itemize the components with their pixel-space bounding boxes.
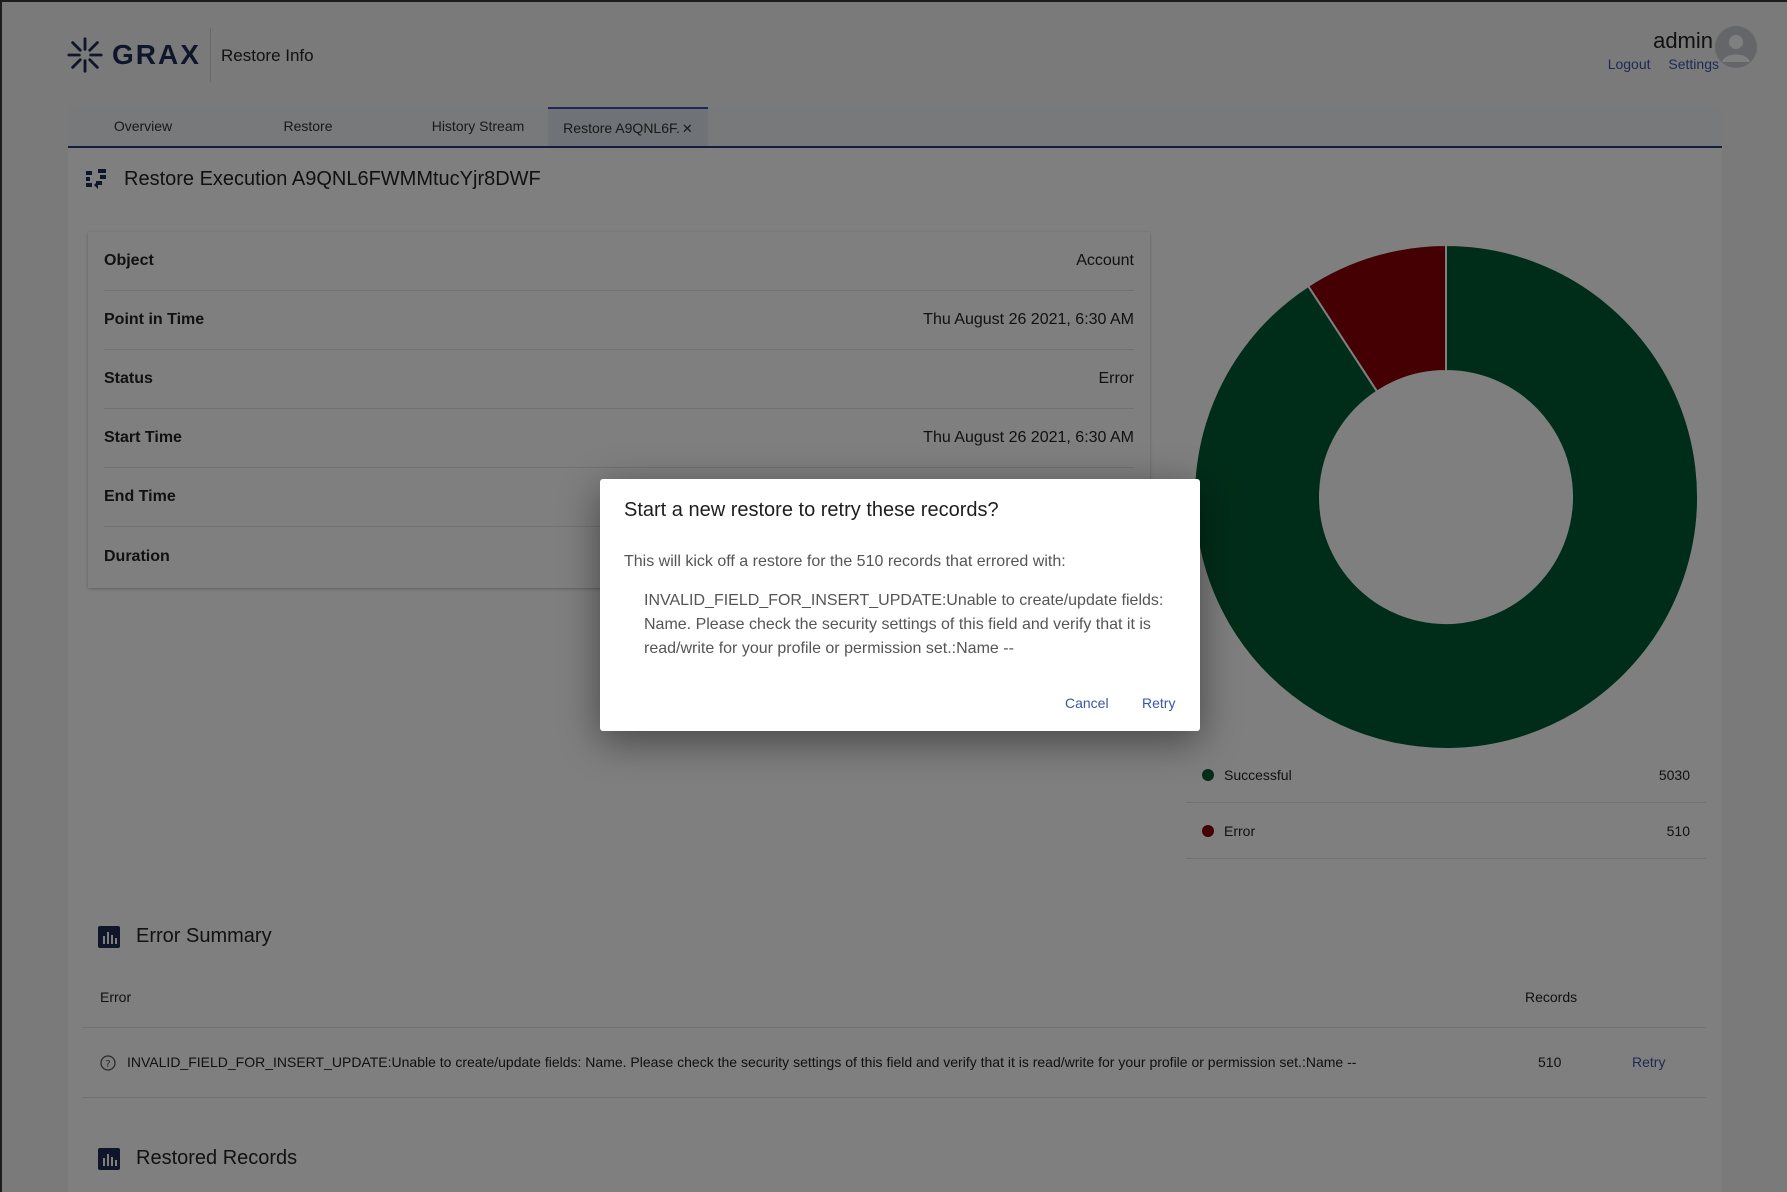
dialog-body: This will kick off a restore for the 510…: [624, 553, 1066, 570]
dialog-error-text: INVALID_FIELD_FOR_INSERT_UPDATE:Unable t…: [644, 592, 1164, 657]
retry-restore-dialog: Start a new restore to retry these recor…: [600, 479, 1200, 731]
retry-button[interactable]: Retry: [1142, 695, 1175, 711]
cancel-button[interactable]: Cancel: [1065, 695, 1109, 711]
dialog-title: Start a new restore to retry these recor…: [624, 499, 999, 521]
